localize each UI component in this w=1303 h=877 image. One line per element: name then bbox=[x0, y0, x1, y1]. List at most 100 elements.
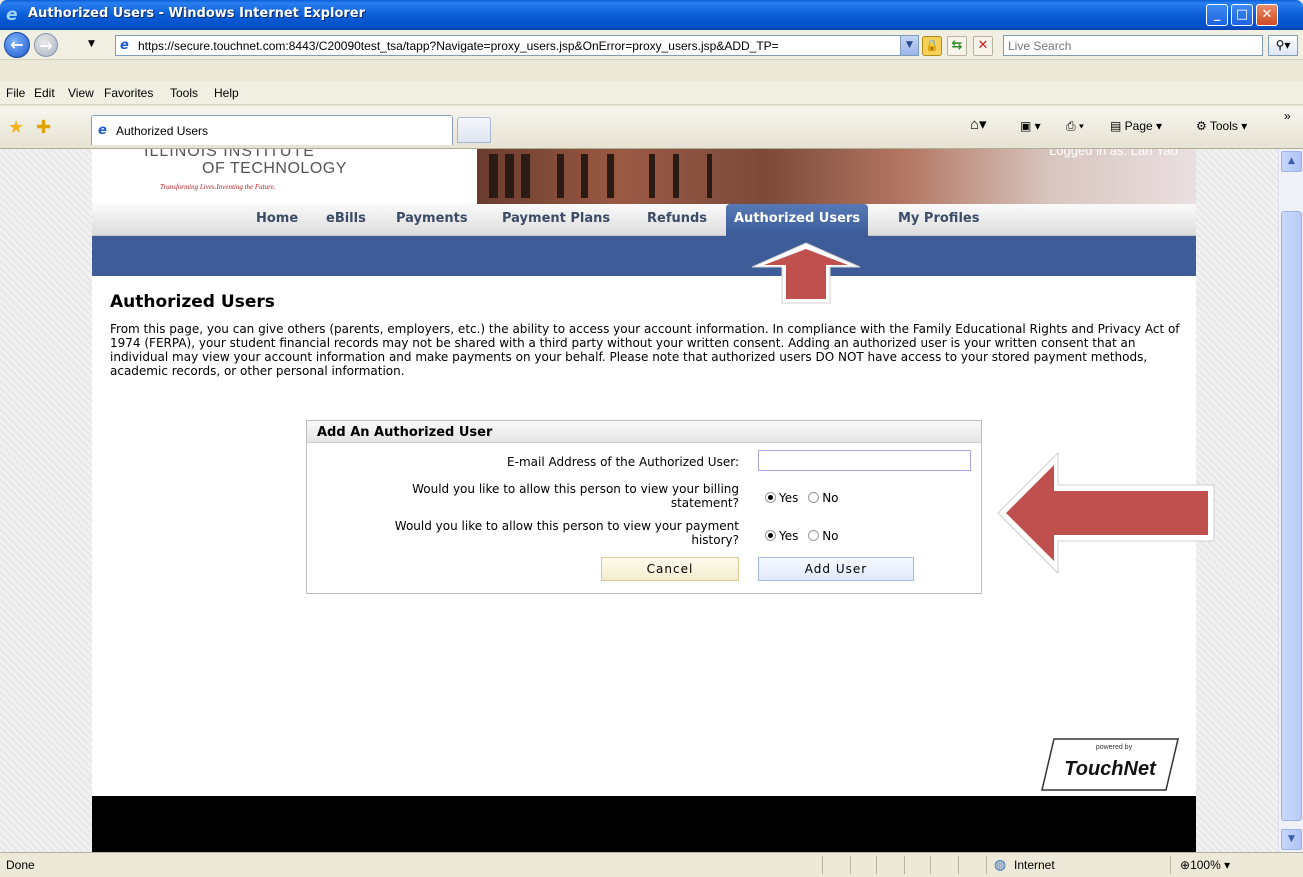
billing-question: Would you like to allow this person to v… bbox=[412, 482, 739, 510]
address-dropdown-icon[interactable]: ▼ bbox=[900, 36, 918, 55]
history-dropdown-icon[interactable]: ▼ bbox=[88, 39, 95, 49]
tools-menu-label: Tools bbox=[1209, 119, 1238, 133]
logo-line-2: OF TECHNOLOGY bbox=[202, 160, 347, 177]
nav-my-profiles[interactable]: My Profiles bbox=[898, 211, 979, 226]
page-viewport: ILLINOIS INSTITUTE OF TECHNOLOGY Transfo… bbox=[0, 149, 1278, 852]
history-no-label: No bbox=[822, 529, 839, 543]
page-icon: e bbox=[120, 38, 129, 53]
scroll-down-icon[interactable]: ▼ bbox=[1281, 829, 1302, 850]
touchnet-brand-text: TouchNet bbox=[1064, 758, 1157, 780]
scroll-thumb[interactable] bbox=[1281, 211, 1302, 821]
window-title: Authorized Users - Windows Internet Expl… bbox=[28, 6, 366, 21]
minimize-button[interactable]: _ bbox=[1206, 4, 1228, 26]
zoom-control[interactable]: ⊕100% ▾ bbox=[1180, 858, 1230, 872]
zone-text: Internet bbox=[1014, 858, 1055, 872]
menu-favorites[interactable]: Favorites bbox=[104, 86, 153, 100]
page-menu-label: Page bbox=[1124, 119, 1153, 133]
address-toolbar: ← → ▼ e https://secure.touchnet.com:8443… bbox=[0, 30, 1303, 60]
campus-photo: Logged in as: Lan Yao bbox=[477, 149, 1196, 204]
page-menu[interactable]: ▤ Page ▾ bbox=[1110, 119, 1162, 133]
nav-ebills[interactable]: eBills bbox=[326, 211, 366, 226]
browser-tab-label: Authorized Users bbox=[116, 124, 209, 138]
close-button[interactable]: ✕ bbox=[1256, 4, 1278, 26]
history-question: Would you like to allow this person to v… bbox=[395, 519, 739, 547]
lock-icon[interactable]: 🔒 bbox=[922, 36, 942, 56]
touchnet-logo: powered by TouchNet bbox=[1041, 738, 1179, 791]
browser-tab-authorized-users[interactable]: e Authorized Users bbox=[91, 115, 453, 145]
email-field[interactable] bbox=[758, 450, 971, 471]
gear-icon: ⚙ bbox=[1196, 119, 1210, 133]
billing-question-line1: Would you like to allow this person to v… bbox=[412, 482, 739, 496]
zoom-icon: ⊕ bbox=[1180, 858, 1191, 872]
vertical-scrollbar[interactable]: ▲ ▼ bbox=[1278, 149, 1303, 852]
status-bar: Done ◍ Internet ⊕100% ▾ bbox=[0, 852, 1303, 877]
menu-view[interactable]: View bbox=[68, 86, 94, 100]
email-label: E-mail Address of the Authorized User: bbox=[507, 455, 739, 469]
billing-question-line2: statement? bbox=[670, 496, 739, 510]
billing-no-radio[interactable] bbox=[808, 492, 820, 503]
menu-file[interactable]: File bbox=[6, 86, 25, 100]
billing-radio-group: Yes No bbox=[765, 491, 839, 505]
add-favorite-icon[interactable]: ✚ bbox=[36, 117, 51, 138]
page-footer bbox=[92, 796, 1196, 852]
favorites-star-icon[interactable]: ★ bbox=[8, 117, 24, 138]
add-user-button[interactable]: Add User bbox=[758, 557, 914, 581]
nav-refunds[interactable]: Refunds bbox=[647, 211, 707, 226]
powered-by-text: powered by bbox=[1096, 744, 1133, 751]
live-search-box[interactable] bbox=[1003, 35, 1263, 56]
tab-page-icon: e bbox=[98, 123, 107, 138]
search-icon[interactable]: ⚲▾ bbox=[1268, 35, 1298, 56]
history-yes-radio[interactable] bbox=[765, 530, 776, 541]
new-tab-button[interactable] bbox=[457, 117, 491, 143]
tab-bar: ★ ✚ e Authorized Users ⌂▾ ▣ ▾ ⎙ ▾ ▤ Page… bbox=[0, 107, 1303, 149]
logo-tagline: Transforming Lives.Inventing the Future. bbox=[160, 183, 276, 191]
nav-payment-plans[interactable]: Payment Plans bbox=[502, 211, 610, 226]
menu-help[interactable]: Help bbox=[214, 86, 239, 100]
page-menu-icon: ▤ bbox=[1110, 119, 1125, 133]
history-question-line2: history? bbox=[691, 533, 739, 547]
globe-icon: ◍ bbox=[994, 856, 1007, 872]
feeds-icon[interactable]: ▣ ▾ bbox=[1020, 119, 1041, 133]
cancel-button[interactable]: Cancel bbox=[601, 557, 739, 581]
zoom-level: 100% bbox=[1190, 858, 1221, 872]
maximize-button[interactable]: □ bbox=[1231, 4, 1253, 26]
billing-no-label: No bbox=[822, 491, 839, 505]
billing-yes-radio[interactable] bbox=[765, 492, 776, 503]
stop-icon[interactable]: ✕ bbox=[973, 36, 993, 56]
tools-menu[interactable]: ⚙ Tools ▾ bbox=[1196, 119, 1247, 133]
nav-payments[interactable]: Payments bbox=[396, 211, 468, 226]
back-arrow-icon[interactable]: ← bbox=[4, 32, 30, 58]
forward-arrow-icon[interactable]: → bbox=[34, 33, 58, 57]
scroll-up-icon[interactable]: ▲ bbox=[1281, 151, 1302, 172]
refresh-icon[interactable]: ⇆ bbox=[947, 36, 967, 56]
address-field[interactable]: e https://secure.touchnet.com:8443/C2009… bbox=[115, 35, 919, 56]
status-text: Done bbox=[6, 858, 35, 872]
history-radio-group: Yes No bbox=[765, 529, 839, 543]
more-commands-icon[interactable]: » bbox=[1284, 109, 1291, 123]
page-title: Authorized Users bbox=[110, 292, 275, 312]
menu-edit[interactable]: Edit bbox=[34, 86, 55, 100]
window-title-bar: e Authorized Users - Windows Internet Ex… bbox=[0, 0, 1303, 30]
add-authorized-user-panel: Add An Authorized User E-mail Address of… bbox=[306, 420, 982, 594]
nav-authorized-users[interactable]: Authorized Users bbox=[726, 204, 869, 236]
intro-text: From this page, you can give others (par… bbox=[110, 322, 1180, 378]
history-yes-label: Yes bbox=[779, 529, 799, 543]
left-arrow-annotation bbox=[997, 451, 1215, 575]
home-icon[interactable]: ⌂▾ bbox=[970, 115, 987, 133]
url-text[interactable]: https://secure.touchnet.com:8443/C20090t… bbox=[138, 39, 898, 53]
print-icon[interactable]: ⎙ ▾ bbox=[1066, 119, 1084, 134]
billing-yes-label: Yes bbox=[779, 491, 799, 505]
logged-in-text: Logged in as: Lan Yao bbox=[1049, 149, 1178, 158]
history-question-line1: Would you like to allow this person to v… bbox=[394, 519, 739, 533]
history-no-radio[interactable] bbox=[808, 530, 820, 541]
panel-heading: Add An Authorized User bbox=[307, 421, 981, 443]
main-nav: Home eBills Payments Payment Plans Refun… bbox=[92, 204, 1196, 236]
up-arrow-annotation bbox=[751, 242, 861, 304]
nav-home[interactable]: Home bbox=[256, 211, 298, 226]
page-content: ILLINOIS INSTITUTE OF TECHNOLOGY Transfo… bbox=[92, 149, 1215, 852]
nav-subbar bbox=[92, 236, 1196, 276]
menu-tools[interactable]: Tools bbox=[170, 86, 198, 100]
live-search-input[interactable] bbox=[1004, 36, 1254, 55]
site-header: ILLINOIS INSTITUTE OF TECHNOLOGY Transfo… bbox=[92, 149, 1196, 204]
menu-bar: File Edit View Favorites Tools Help bbox=[0, 81, 1303, 105]
